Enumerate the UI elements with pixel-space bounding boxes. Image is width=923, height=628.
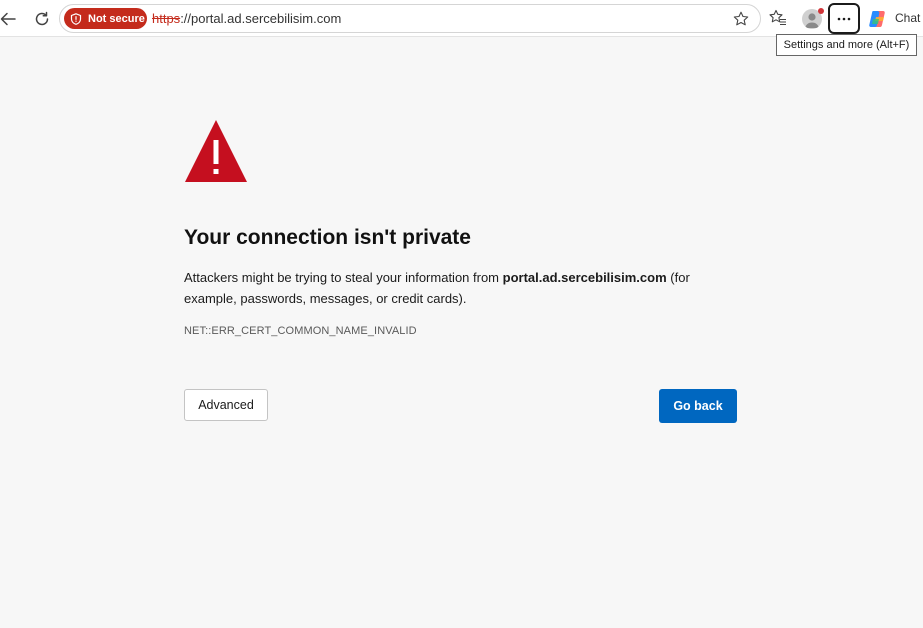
not-secure-badge[interactable]: Not secure (64, 8, 147, 29)
warning-triangle-icon (184, 119, 248, 183)
url-scheme: https (152, 11, 181, 26)
profile-avatar[interactable] (799, 6, 825, 32)
back-arrow-icon[interactable] (0, 7, 20, 31)
url-host: ://portal.ad.sercebilisim.com (180, 11, 342, 26)
favorites-icon[interactable] (767, 7, 789, 29)
advanced-button[interactable]: Advanced (184, 389, 268, 421)
ellipsis-icon (837, 17, 851, 20)
description-text-start: Attackers might be trying to steal your … (184, 270, 503, 285)
browser-toolbar: Not secure https://portal.ad.sercebilisi… (0, 0, 923, 37)
page-title: Your connection isn't private (184, 226, 471, 249)
settings-and-more-button[interactable] (828, 3, 860, 34)
notification-dot-icon (818, 8, 824, 14)
url-text[interactable]: https://portal.ad.sercebilisim.com (152, 11, 341, 26)
address-bar[interactable]: Not secure https://portal.ad.sercebilisi… (59, 4, 761, 33)
go-back-button[interactable]: Go back (659, 389, 737, 423)
error-code: NET::ERR_CERT_COMMON_NAME_INVALID (184, 325, 417, 337)
favorite-star-icon[interactable] (730, 8, 752, 30)
not-secure-label: Not secure (88, 12, 145, 25)
shield-warning-icon (70, 12, 82, 25)
copilot-icon[interactable] (866, 7, 890, 31)
refresh-icon[interactable] (30, 7, 54, 31)
chat-label[interactable]: Chat (895, 11, 920, 25)
description-domain: portal.ad.sercebilisim.com (502, 270, 667, 285)
error-description: Attackers might be trying to steal your … (184, 267, 724, 309)
settings-tooltip: Settings and more (Alt+F) (776, 34, 917, 56)
